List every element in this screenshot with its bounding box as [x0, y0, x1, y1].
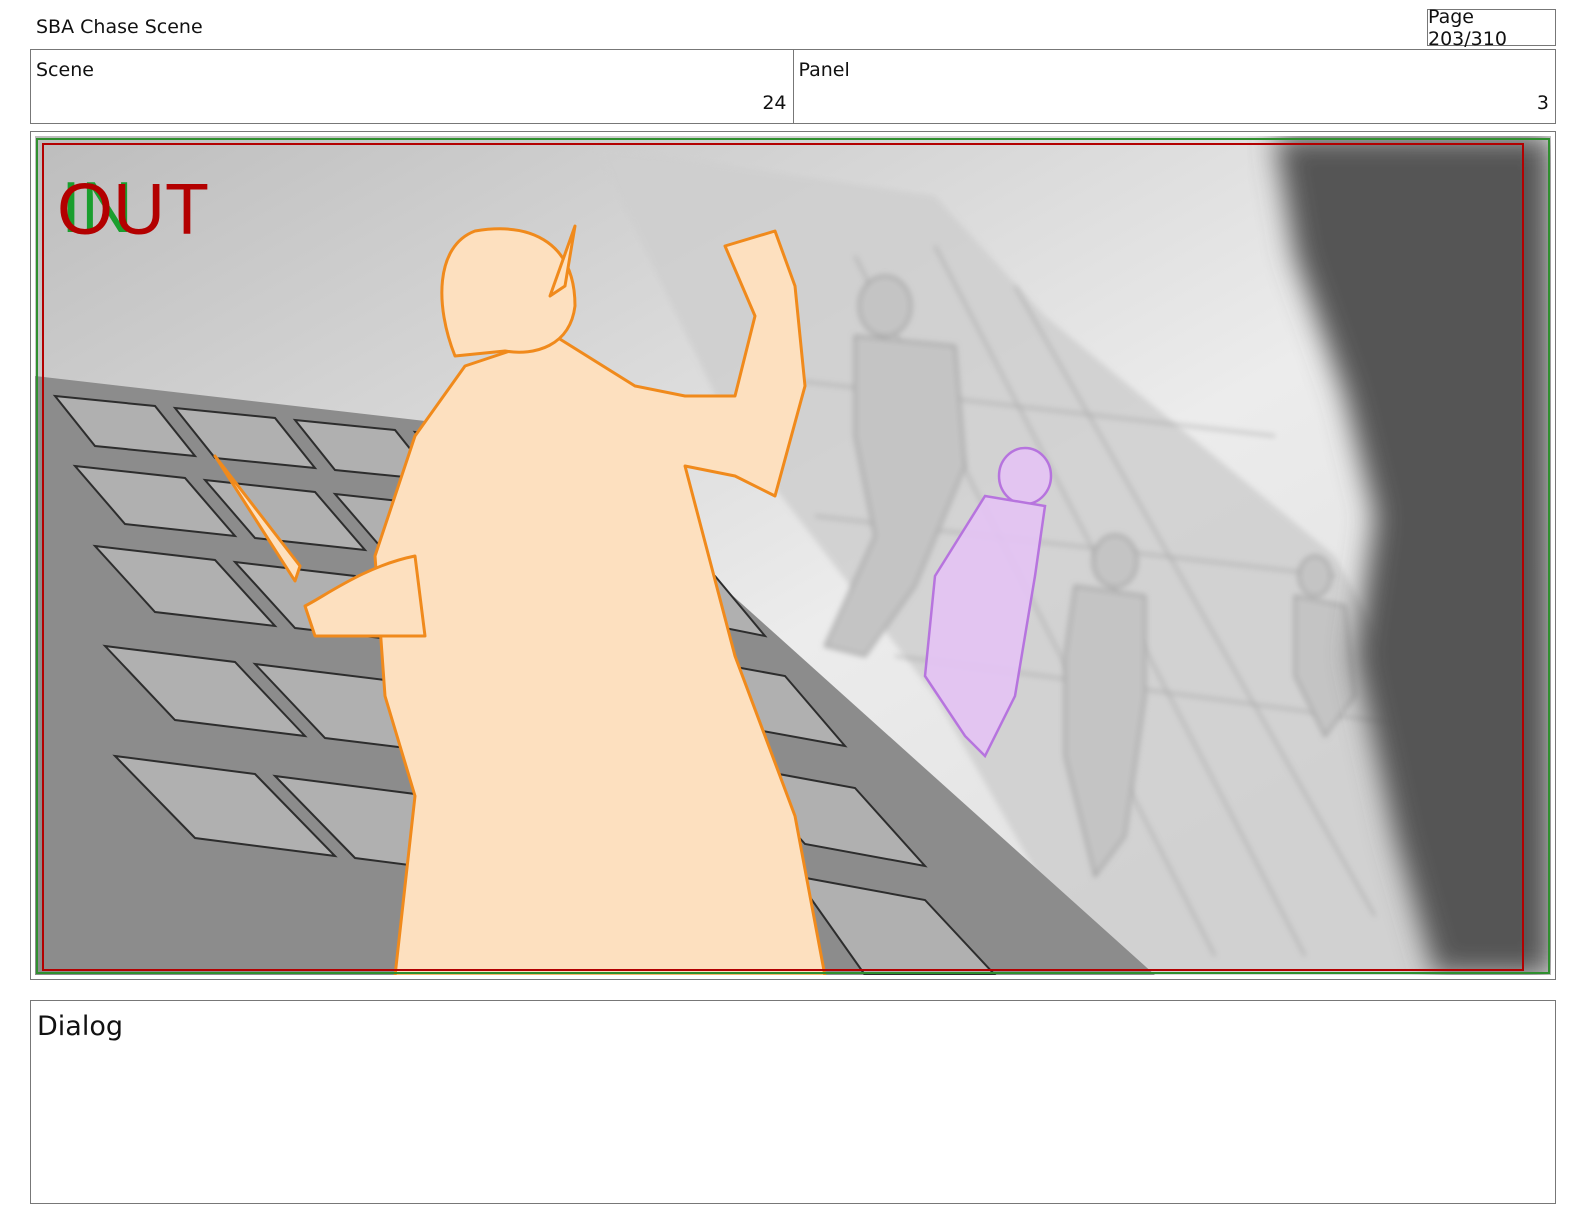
page-number-box: Page 203/310	[1427, 6, 1556, 50]
panel-label: Panel	[798, 59, 850, 81]
scene-number: 24	[762, 92, 787, 114]
dialog-box: Dialog	[30, 1000, 1556, 1204]
doc-title: SBA Chase Scene	[36, 16, 203, 38]
out-marker: OUT	[57, 170, 209, 250]
scene-cell: Scene 24	[31, 50, 793, 123]
storyboard-panel-artwork: IN OUT	[35, 136, 1551, 975]
panel-cell: Panel 3	[792, 50, 1556, 123]
panel-number: 3	[1536, 92, 1549, 114]
storyboard-panel-frame: IN OUT	[30, 131, 1556, 980]
scene-panel-info-row: Scene 24 Panel 3	[30, 49, 1556, 124]
scene-label: Scene	[36, 59, 94, 81]
dialog-label: Dialog	[37, 1011, 123, 1042]
